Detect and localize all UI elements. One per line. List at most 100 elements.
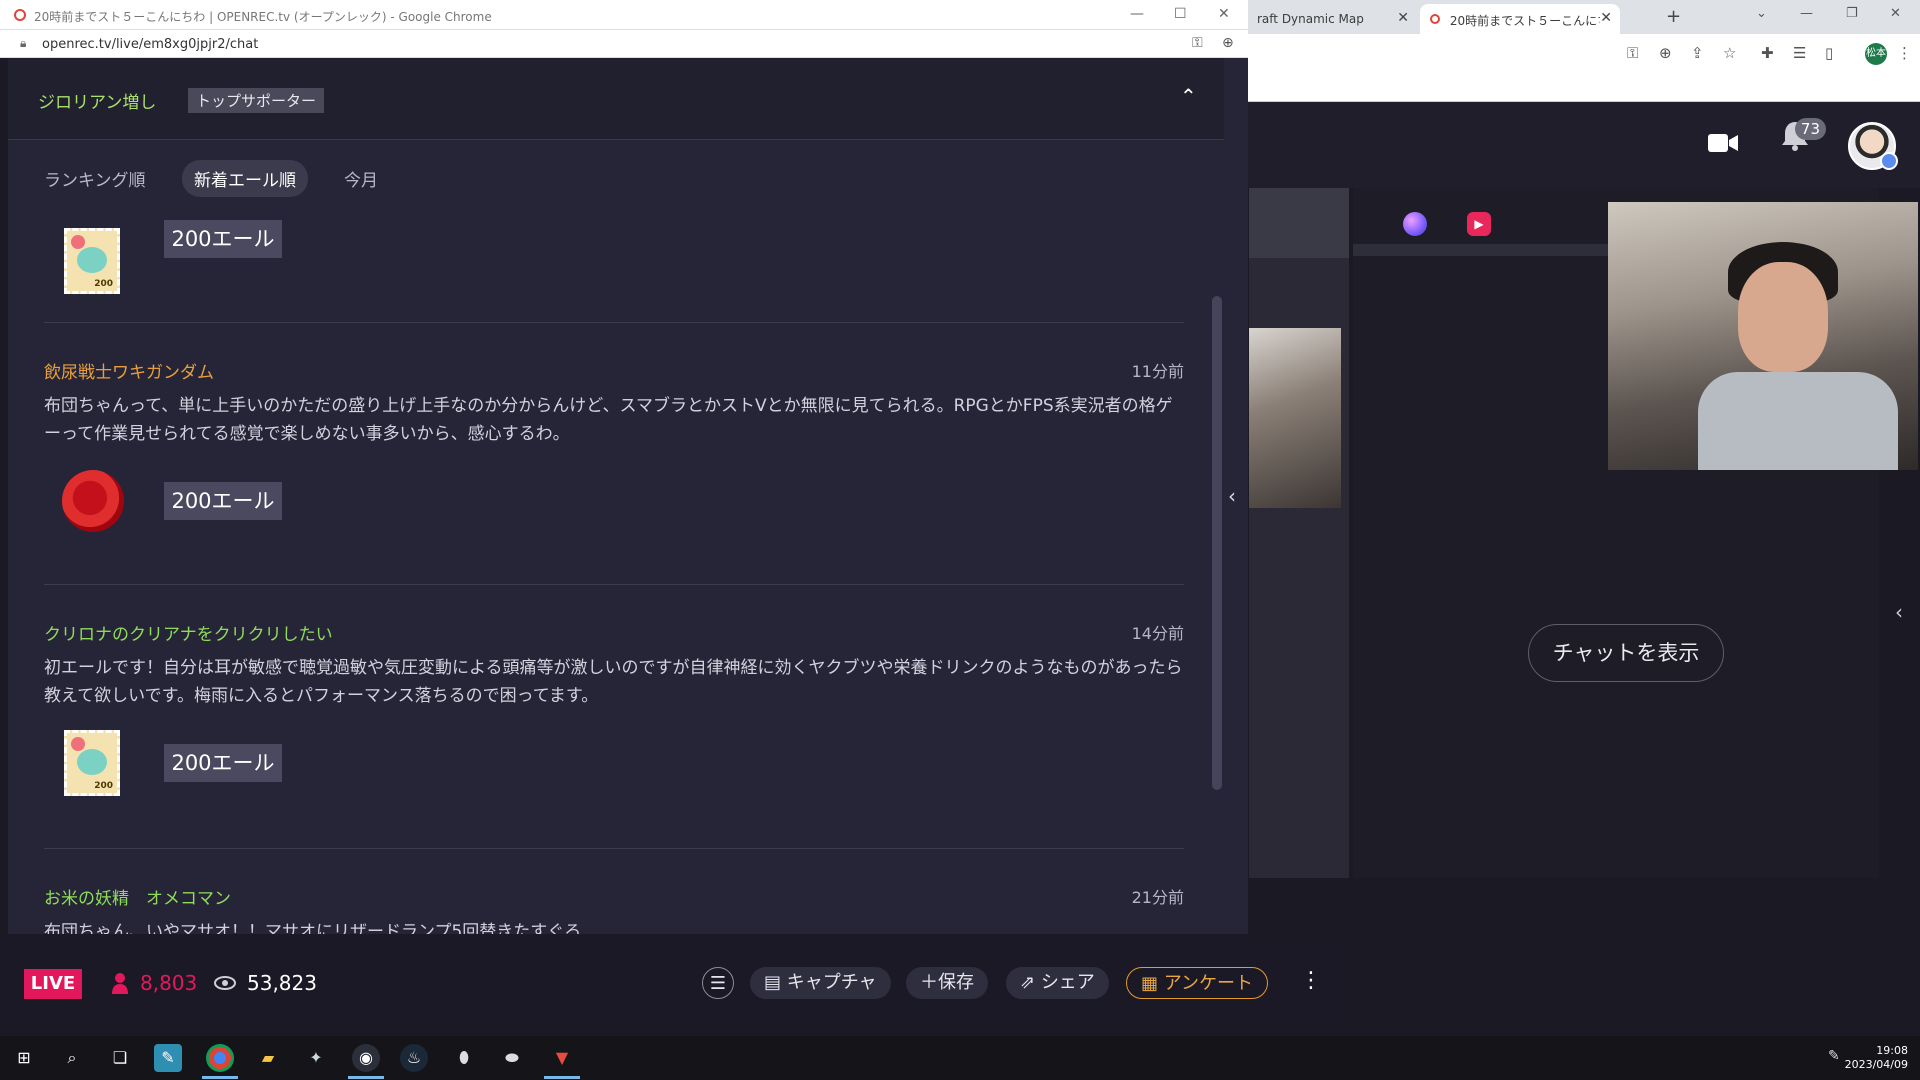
tab-dynamic-map[interactable]: raft Dynamic Map ✕ xyxy=(1247,4,1417,34)
share-label: シェア xyxy=(1040,972,1095,993)
collapse-chevron-up-icon[interactable]: ⌃ xyxy=(1180,84,1197,108)
lock-icon: 🔒︎ xyxy=(20,36,27,50)
yell-feed: 200 200エール 飲尿戦士ワキガンダム 11分前 布団ちゃんって、単に上手い… xyxy=(8,216,1224,934)
bookmark-star-icon[interactable]: ☆ xyxy=(1723,44,1736,62)
close-icon[interactable]: ✕ xyxy=(1397,10,1409,26)
orb-icon[interactable] xyxy=(1403,212,1427,236)
tab-this-month[interactable]: 今月 xyxy=(344,166,378,191)
pen-icon[interactable]: ✎ xyxy=(1828,1048,1840,1064)
window-title: 20時前までスト５ーこんにちわ | OPENREC.tv (オープンレック) -… xyxy=(34,10,492,24)
red-ball-sticker xyxy=(62,470,124,536)
divider xyxy=(44,848,1184,849)
restore-icon[interactable]: ☐ xyxy=(1174,6,1187,22)
eye-icon xyxy=(214,976,236,990)
yell-message: 布団ちゃん、いやマサオ！！マサオにリザードランプ5回替きたすぐろ xyxy=(44,922,582,934)
tab-newest[interactable]: 新着エール順 xyxy=(182,160,308,197)
yell-amount: 200エール xyxy=(164,482,282,520)
profile-avatar[interactable]: 松本 xyxy=(1865,43,1887,65)
tab-ranking[interactable]: ランキング順 xyxy=(44,166,146,191)
close-icon[interactable]: ✕ xyxy=(1600,10,1612,26)
tab-openrec[interactable]: 20時前までスト５ーこんにちわ | OP ✕ xyxy=(1420,4,1620,34)
stamp-value: 200 xyxy=(94,279,113,289)
key-icon[interactable]: ⚿ xyxy=(1627,44,1638,62)
extensions-icon[interactable]: ✚ xyxy=(1761,44,1774,62)
share-icon[interactable]: ⇪ xyxy=(1691,44,1704,62)
clock-time: 19:08 xyxy=(1876,1044,1908,1057)
webcam-shirt xyxy=(1698,372,1898,470)
street-fighter-icon[interactable]: ▼ xyxy=(548,1044,576,1072)
stamp-image: 200 xyxy=(64,228,120,294)
restore-icon[interactable]: ❐ xyxy=(1846,6,1858,21)
clock-date: 2023/04/09 xyxy=(1844,1058,1908,1071)
address-bar[interactable]: 🔒︎ openrec.tv/live/em8xg0jpjr2/chat ⚿ ⊕ xyxy=(0,30,1248,58)
camera-icon[interactable] xyxy=(1708,132,1738,154)
app-shield-icon[interactable]: ⬮ xyxy=(450,1044,478,1072)
system-clock[interactable]: 19:08 2023/04/09 xyxy=(1845,1044,1908,1072)
window-title-bar: 20時前までスト５ーこんにちわ | OPENREC.tv (オープンレック) -… xyxy=(0,0,1248,30)
capture-button[interactable]: ▤ キャプチャ xyxy=(750,967,891,999)
steam-icon[interactable]: ♨ xyxy=(400,1044,428,1072)
windows-start-icon[interactable]: ⊞ xyxy=(10,1044,38,1072)
active-indicator xyxy=(348,1076,384,1079)
key-icon[interactable]: ⚿ xyxy=(1192,35,1203,51)
feed-scrollbar[interactable] xyxy=(1212,296,1222,790)
minimize-icon[interactable]: — xyxy=(1130,6,1144,22)
yell-username[interactable]: 飲尿戦士ワキガンダム xyxy=(44,358,214,383)
nested-toolbar xyxy=(1249,188,1349,258)
yell-username[interactable]: クリロナのクリアナをクリクリしたい xyxy=(44,620,333,645)
url-text[interactable]: openrec.tv/live/em8xg0jpjr2/chat xyxy=(42,37,258,52)
yell-time: 21分前 xyxy=(1131,888,1184,907)
save-button[interactable]: ＋保存 xyxy=(906,967,988,999)
openrec-favicon-icon xyxy=(14,9,26,21)
kebab-menu-icon[interactable]: ⋮ xyxy=(1897,44,1912,62)
tab-dynamic-map-label: raft Dynamic Map xyxy=(1257,12,1364,26)
chevron-left-icon[interactable]: ‹ xyxy=(1228,484,1236,508)
share-button[interactable]: ⇗ シェア xyxy=(1006,967,1109,999)
red-ball-image xyxy=(62,470,124,532)
sidepanel-icon[interactable]: ▯ xyxy=(1825,44,1833,62)
plus-icon: ＋ xyxy=(920,972,938,993)
active-indicator xyxy=(202,1076,238,1079)
chevron-down-icon[interactable]: ⌄ xyxy=(1756,6,1767,21)
reading-list-icon[interactable]: ☰ xyxy=(1793,44,1806,62)
survey-button[interactable]: ▦ アンケート xyxy=(1126,967,1269,999)
stamp-value: 200 xyxy=(94,781,113,791)
app-egg-icon[interactable]: ⬬ xyxy=(498,1044,526,1072)
zoom-icon[interactable]: ⊕ xyxy=(1659,44,1672,62)
app-bird-icon[interactable]: ✦ xyxy=(302,1044,330,1072)
chrome-icon[interactable] xyxy=(206,1044,234,1072)
top-supporter-name[interactable]: ジロリアン増し xyxy=(38,88,156,113)
yell-time: 14分前 xyxy=(1131,624,1184,643)
yell-amount: 200エール xyxy=(164,220,282,258)
notification-bell[interactable]: 73 xyxy=(1778,118,1826,160)
new-tab-button[interactable]: + xyxy=(1666,6,1681,27)
yell-entry: クリロナのクリアナをクリクリしたい 14分前 初エールです！自分は耳が敏感で聴覚… xyxy=(44,620,1184,820)
bird-icon xyxy=(77,749,107,775)
share-icon: ⇗ xyxy=(1020,972,1041,993)
obs-icon[interactable]: ◉ xyxy=(352,1044,380,1072)
webcam-video xyxy=(1608,202,1918,470)
save-label: 保存 xyxy=(938,972,974,993)
file-explorer-icon[interactable]: ▰ xyxy=(254,1044,282,1072)
play-icon[interactable]: ▶ xyxy=(1467,212,1491,236)
minimize-icon[interactable]: — xyxy=(1800,6,1813,21)
stamp-image: 200 xyxy=(64,730,120,796)
zoom-icon[interactable]: ⊕ xyxy=(1222,35,1234,51)
flower-icon xyxy=(71,235,85,249)
user-avatar[interactable] xyxy=(1848,122,1898,170)
search-icon[interactable]: ⌕ xyxy=(58,1044,86,1072)
task-view-icon[interactable]: ❏ xyxy=(106,1044,134,1072)
flower-icon xyxy=(71,737,85,751)
notepad-icon[interactable]: ✎ xyxy=(154,1044,182,1072)
show-chat-button[interactable]: チャットを表示 xyxy=(1528,624,1724,682)
background-address-bar: ⚿ ⊕ ⇪ ☆ ✚ ☰ ▯ 松本 ⋮ xyxy=(1247,34,1920,102)
webcam-face xyxy=(1738,262,1828,372)
openrec-favicon-icon xyxy=(1430,14,1440,24)
yell-username[interactable]: お米の妖精 オメコマン xyxy=(44,884,231,909)
more-options-icon[interactable]: ⋮ xyxy=(1300,968,1322,993)
bird-icon xyxy=(77,247,107,273)
close-window-icon[interactable]: ✕ xyxy=(1218,6,1230,22)
menu-button[interactable]: ☰ xyxy=(702,967,734,999)
close-window-icon[interactable]: ✕ xyxy=(1890,6,1901,21)
chevron-left-icon[interactable]: ‹ xyxy=(1895,600,1903,624)
